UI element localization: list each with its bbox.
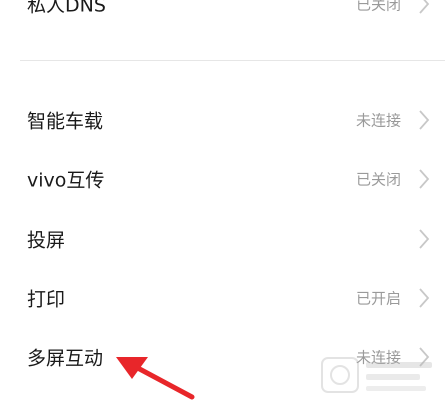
setting-status: 已关闭 [355,0,401,14]
setting-row-screen-cast[interactable]: 投屏 [0,210,445,268]
setting-label: vivo互传 [27,169,105,192]
chevron-right-icon [419,169,430,189]
chevron-right-icon [419,0,430,14]
setting-label: 投屏 [27,229,66,252]
setting-label: 智能车载 [27,110,104,133]
red-arrow-annotation-icon [116,357,195,400]
setting-label: 多屏互动 [27,347,104,370]
setting-row-vivo-share[interactable]: vivo互传 已关闭 [0,150,445,208]
chevron-right-icon [419,288,430,308]
setting-row-private-dns[interactable]: 私人DNS 已关闭 [0,0,445,33]
section-divider [20,60,445,61]
setting-status: 已开启 [355,289,401,308]
chevron-right-icon [419,110,430,130]
setting-label: 打印 [27,288,66,311]
setting-status: 未连接 [355,111,401,130]
setting-status: 已关闭 [355,170,401,189]
watermark-logo-icon [321,357,432,393]
setting-label: 私人DNS [27,0,106,17]
setting-row-print[interactable]: 打印 已开启 [0,269,445,327]
chevron-right-icon [419,229,430,249]
setting-row-smart-car[interactable]: 智能车载 未连接 [0,91,445,149]
